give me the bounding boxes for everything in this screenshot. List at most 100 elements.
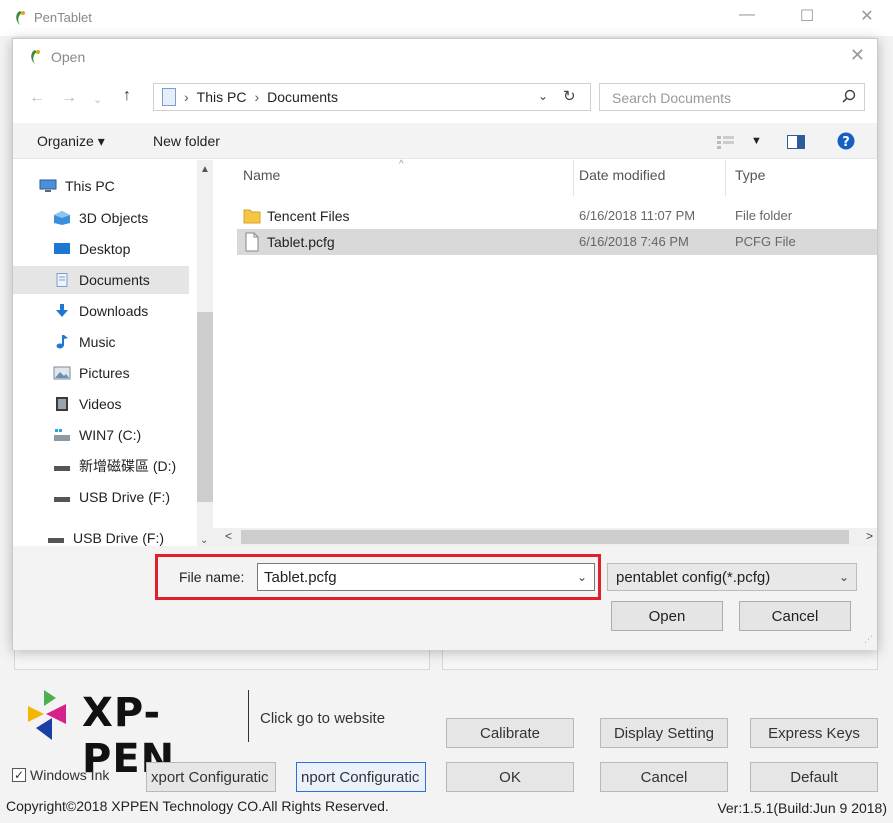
forward-arrow-icon[interactable]: → [61, 89, 77, 107]
go-website-link[interactable]: Click go to website [260, 710, 385, 727]
xp-pen-brand[interactable]: XP-PEN [22, 684, 242, 782]
open-button[interactable]: Open [611, 601, 723, 631]
scroll-right-arrow-icon[interactable]: > [866, 529, 873, 543]
nav-item-desktop[interactable]: Desktop [53, 235, 130, 263]
up-arrow-icon[interactable]: ↑ [123, 87, 131, 105]
nav-label: Videos [79, 396, 122, 412]
nav-item-music[interactable]: Music [53, 328, 116, 356]
pentablet-titlebar: PenTablet — ☐ ✕ [0, 0, 893, 36]
computer-icon [39, 179, 57, 192]
maximize-button[interactable]: ☐ [792, 6, 822, 26]
file-name: Tablet.pcfg [267, 234, 335, 250]
music-note-icon [56, 335, 68, 349]
file-name-label: File name: [179, 569, 245, 585]
file-row-tablet-pcfg[interactable]: Tablet.pcfg 6/16/2018 7:46 PM PCFG File [237, 229, 877, 255]
refresh-icon[interactable]: ↻ [563, 87, 576, 105]
back-arrow-icon[interactable]: ← [29, 89, 45, 107]
cube-icon [54, 211, 70, 225]
file-name-dropdown-chevron-icon[interactable]: ⌄ [577, 570, 587, 584]
nav-item-this-pc[interactable]: This PC [39, 172, 115, 200]
calibrate-button[interactable]: Calibrate [446, 718, 574, 748]
search-input[interactable]: Search Documents [612, 90, 731, 106]
pictures-icon [53, 366, 71, 380]
windows-ink-checkbox[interactable]: ✓ Windows Ink [12, 767, 109, 783]
download-arrow-icon [56, 304, 68, 317]
breadcrumb-separator: › [254, 89, 260, 105]
nav-item-win7-c[interactable]: WIN7 (C:) [53, 421, 141, 449]
nav-item-usb-drive-bottom[interactable]: USB Drive (F:) [47, 530, 164, 546]
nav-label: Pictures [79, 365, 130, 381]
address-bar[interactable]: › This PC › Documents [153, 83, 591, 111]
file-row-tencent-files[interactable]: Tencent Files 6/16/2018 11:07 PM File fo… [237, 203, 877, 229]
breadcrumb-this-pc[interactable]: This PC [197, 89, 247, 105]
usb-drive-icon [48, 538, 64, 543]
nav-label: Music [79, 334, 116, 350]
close-button[interactable]: ✕ [852, 6, 882, 26]
search-icon [842, 89, 856, 103]
ok-button[interactable]: OK [446, 762, 574, 792]
help-icon[interactable]: ? [837, 132, 855, 150]
cancel-button[interactable]: Cancel [600, 762, 728, 792]
desktop-icon [54, 243, 70, 254]
nav-pane-scrollbar[interactable]: ▲ ⌄ [197, 160, 213, 546]
import-config-button[interactable]: nport Configuratic [296, 762, 426, 792]
drive-icon [54, 466, 70, 471]
nav-label: Documents [79, 272, 150, 288]
nav-item-3d-objects[interactable]: 3D Objects [53, 204, 148, 232]
file-name: Tencent Files [267, 208, 350, 224]
nav-item-downloads[interactable]: Downloads [53, 297, 148, 325]
nav-item-videos[interactable]: Videos [53, 390, 122, 418]
nav-label: USB Drive (F:) [79, 489, 170, 505]
column-header-type[interactable]: Type [735, 167, 765, 183]
scroll-down-arrow-icon[interactable]: ⌄ [200, 535, 208, 546]
xp-pen-logo-icon [28, 690, 66, 740]
file-name-input[interactable]: Tablet.pcfg [257, 563, 595, 591]
address-history-chevron-icon[interactable]: ⌄ [538, 89, 548, 103]
nav-label: Desktop [79, 241, 131, 257]
view-options-icon[interactable] [717, 135, 735, 149]
file-type-select[interactable]: pentablet config(*.pcfg) [607, 563, 857, 591]
nav-item-usb-f[interactable]: USB Drive (F:) [53, 483, 170, 511]
recent-locations-chevron-icon[interactable]: ⌄ [93, 93, 102, 106]
preview-pane-icon[interactable] [787, 135, 805, 149]
nav-label: 新增磁碟區 (D:) [79, 458, 177, 474]
nav-item-drive-d[interactable]: 新增磁碟區 (D:) [53, 452, 176, 480]
express-keys-button[interactable]: Express Keys [750, 718, 878, 748]
pentablet-title: PenTablet [34, 10, 92, 25]
nav-label: 3D Objects [79, 210, 149, 226]
nav-item-documents[interactable]: Documents [13, 266, 189, 294]
column-header-date-modified[interactable]: Date modified [579, 167, 665, 183]
nav-label: USB Drive (F:) [73, 530, 164, 546]
default-button[interactable]: Default [750, 762, 878, 792]
breadcrumb-documents[interactable]: Documents [267, 89, 338, 105]
column-divider[interactable] [725, 160, 726, 196]
column-divider[interactable] [573, 160, 574, 196]
new-folder-button[interactable]: New folder [153, 133, 220, 149]
export-config-button[interactable]: xport Configuratic [146, 762, 276, 792]
column-header-name[interactable]: Name [243, 167, 280, 183]
nav-item-pictures[interactable]: Pictures [53, 359, 130, 387]
file-type: PCFG File [735, 234, 796, 249]
video-icon [56, 397, 68, 411]
dialog-cancel-button[interactable]: Cancel [739, 601, 851, 631]
file-list-scroll-thumb[interactable] [241, 530, 849, 544]
organize-button[interactable]: Organize ▾ [37, 133, 105, 150]
scroll-left-arrow-icon[interactable]: < [225, 529, 232, 543]
copyright-text: Copyright©2018 XPPEN Technology CO.All R… [6, 798, 389, 814]
file-date: 6/16/2018 11:07 PM [579, 208, 696, 223]
file-list-horizontal-scrollbar[interactable]: < > [213, 528, 877, 546]
dialog-close-button[interactable]: ✕ [850, 45, 865, 66]
nav-pane-scroll-thumb[interactable] [197, 312, 213, 502]
drive-icon [54, 429, 70, 441]
scroll-up-arrow-icon[interactable]: ▲ [200, 164, 210, 175]
resize-grip-icon[interactable]: ⋰ [864, 634, 873, 645]
navigation-pane: This PC 3D Objects Desktop Documents Dow… [13, 160, 213, 546]
brand-separator [248, 690, 249, 742]
dialog-app-icon [31, 50, 40, 64]
search-box[interactable]: Search Documents [599, 83, 865, 111]
nav-label: This PC [65, 178, 115, 194]
file-type-chevron-icon[interactable]: ⌄ [839, 570, 849, 584]
view-dropdown-chevron-icon[interactable]: ▼ [751, 135, 762, 147]
minimize-button[interactable]: — [732, 6, 762, 24]
display-setting-button[interactable]: Display Setting [600, 718, 728, 748]
